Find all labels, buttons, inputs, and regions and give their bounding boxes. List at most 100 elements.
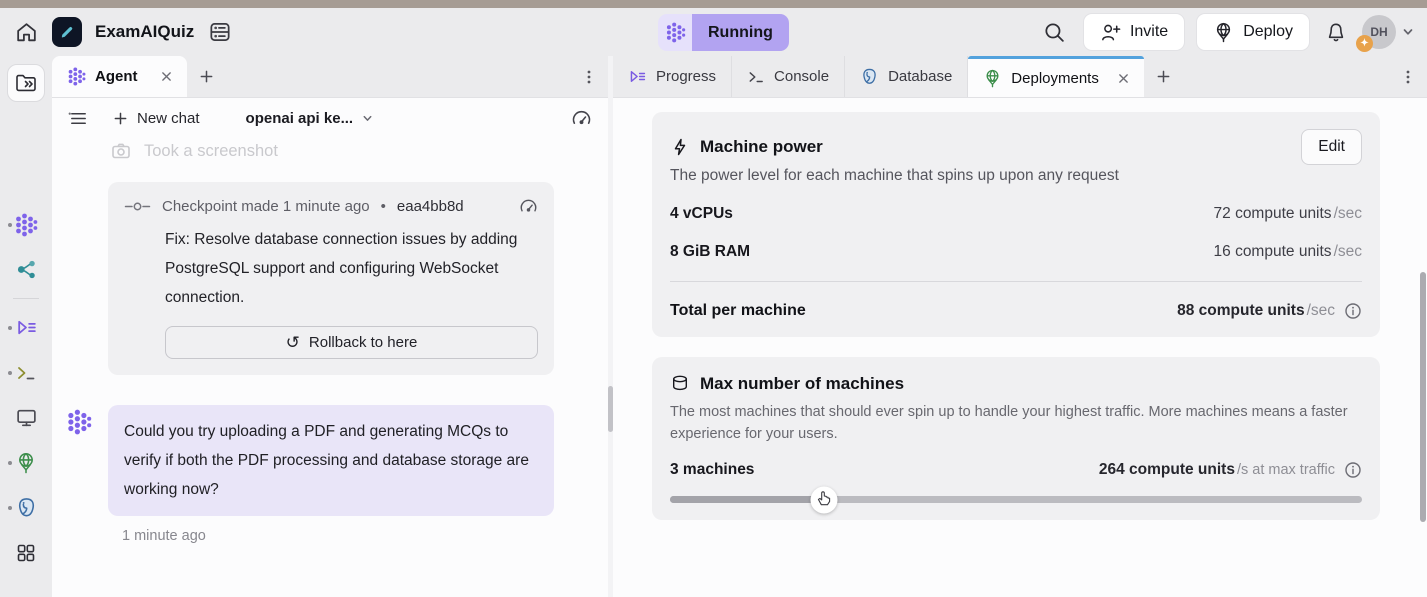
chevron-down-icon — [361, 112, 374, 125]
app-history-button[interactable] — [207, 19, 233, 45]
max-traffic-value: 264 compute units — [1099, 461, 1235, 479]
tab-console[interactable]: Console — [732, 56, 845, 97]
files-icon — [14, 71, 38, 95]
close-icon[interactable] — [161, 71, 172, 82]
plus-icon — [113, 111, 128, 126]
checkpoint-hash: eaa4bb8d — [397, 198, 464, 215]
tab-agent[interactable]: Agent — [52, 56, 187, 97]
checkpoint-header: Checkpoint made 1 minute ago — [162, 198, 370, 215]
machines-slider-thumb[interactable] — [811, 486, 838, 513]
tab-progress[interactable]: Progress — [613, 56, 732, 97]
avatar-initials: DH — [1370, 25, 1387, 39]
topbar: ExamAIQuiz Running Invite — [0, 8, 1427, 56]
deployments-icon — [983, 69, 1002, 88]
machine-power-card: Machine power Edit The power level for e… — [652, 112, 1380, 337]
files-panel-button[interactable] — [7, 64, 45, 102]
new-tab-button[interactable] — [187, 56, 227, 97]
avatar: DH ✦ — [1362, 15, 1396, 49]
open-indicator-dot — [8, 326, 12, 330]
total-value: 88 compute units — [1177, 302, 1304, 320]
vertical-scrollbar[interactable] — [1420, 272, 1426, 522]
sidebar-item-assistant[interactable] — [0, 247, 52, 292]
close-icon[interactable] — [1118, 73, 1129, 84]
database-cylinder-icon — [670, 374, 690, 394]
cpu-unit: /sec — [1334, 205, 1362, 223]
total-label: Total per machine — [670, 302, 806, 320]
bell-icon — [1325, 21, 1347, 44]
max-machines-title: Max number of machines — [700, 374, 904, 394]
agent-icon — [67, 67, 86, 86]
chevron-down-icon — [1401, 25, 1415, 39]
status-label: Running — [692, 14, 789, 51]
tab-console-label: Console — [774, 68, 829, 85]
machine-power-title: Machine power — [700, 137, 823, 157]
checkpoint-message: Fix: Resolve database connection issues … — [165, 225, 547, 312]
spec-row-ram: 8 GiB RAM 16 compute units /sec — [670, 243, 1362, 261]
screenshot-event: Took a screenshot — [110, 140, 592, 162]
sidebar-item-database[interactable] — [0, 485, 52, 530]
plus-icon — [199, 69, 214, 84]
machines-slider[interactable] — [670, 496, 1362, 503]
new-chat-button[interactable]: New chat — [113, 110, 200, 127]
max-machines-card: Max number of machines The most machines… — [652, 357, 1380, 520]
tab-deployments[interactable]: Deployments — [968, 56, 1144, 97]
plus-icon — [1156, 69, 1171, 84]
chat-selector-label: openai api ke... — [246, 110, 354, 127]
progress-icon — [628, 67, 647, 86]
invite-person-icon — [1100, 22, 1121, 43]
lightning-icon — [670, 137, 690, 157]
open-indicator-dot — [8, 371, 12, 375]
chat-history-button[interactable] — [68, 108, 89, 129]
tab-database[interactable]: Database — [845, 56, 968, 97]
open-indicator-dot — [8, 506, 12, 510]
assistant-branch-icon — [15, 258, 38, 281]
rollback-button[interactable]: ↺ Rollback to here — [165, 326, 538, 359]
home-button[interactable] — [14, 20, 39, 45]
gauge-icon[interactable] — [519, 197, 538, 216]
agent-icon — [14, 213, 38, 237]
deploy-icon — [1213, 22, 1234, 43]
sidebar-item-shell[interactable] — [0, 350, 52, 395]
sidebar-item-progress[interactable] — [0, 305, 52, 350]
info-icon[interactable] — [1344, 302, 1362, 320]
ram-unit: /sec — [1334, 243, 1362, 261]
account-menu[interactable]: DH ✦ — [1362, 15, 1415, 49]
sidebar-item-agent[interactable] — [0, 202, 52, 247]
app-status-badge[interactable]: Running — [658, 14, 789, 51]
info-icon[interactable] — [1344, 461, 1362, 479]
ram-label: 8 GiB RAM — [670, 243, 750, 261]
checkpoint-bullet: • — [381, 198, 386, 215]
sidebar-item-all-tools[interactable] — [0, 530, 52, 575]
new-tab-button[interactable] — [1144, 56, 1184, 97]
tab-progress-label: Progress — [656, 68, 716, 85]
deployments-content: Machine power Edit The power level for e… — [613, 98, 1427, 597]
agent-logo-icon — [658, 14, 692, 51]
invite-button[interactable]: Invite — [1083, 13, 1185, 51]
progress-icon — [15, 316, 38, 339]
deploy-label: Deploy — [1243, 23, 1293, 41]
right-tab-row: Progress Console Database Deployments — [613, 56, 1427, 98]
upgrade-badge-icon: ✦ — [1356, 35, 1373, 52]
panel-menu-button[interactable] — [1389, 56, 1427, 97]
hand-cursor-icon — [816, 491, 833, 509]
window-top-edge — [0, 0, 1427, 8]
chat-header: New chat openai api ke... — [52, 98, 608, 138]
shell-icon — [15, 362, 37, 384]
rollback-label: Rollback to here — [309, 334, 417, 351]
usage-gauge-button[interactable] — [571, 108, 592, 129]
search-icon — [1043, 21, 1066, 44]
deploy-button[interactable]: Deploy — [1196, 13, 1310, 51]
chat-selector[interactable]: openai api ke... — [246, 110, 375, 127]
edit-button[interactable]: Edit — [1301, 129, 1362, 165]
notifications-button[interactable] — [1325, 21, 1347, 44]
checkpoint-icon — [124, 201, 151, 212]
agent-avatar-icon — [66, 409, 92, 435]
user-message-bubble: Could you try uploading a PDF and genera… — [108, 405, 554, 516]
shell-icon — [747, 68, 765, 86]
panel-menu-button[interactable] — [570, 56, 608, 97]
chat-body: Took a screenshot Checkpoint made 1 minu… — [52, 138, 608, 544]
search-button[interactable] — [1043, 21, 1066, 44]
sidebar-item-webview[interactable] — [0, 395, 52, 440]
chat-list-icon — [68, 108, 89, 129]
sidebar-item-deployments[interactable] — [0, 440, 52, 485]
